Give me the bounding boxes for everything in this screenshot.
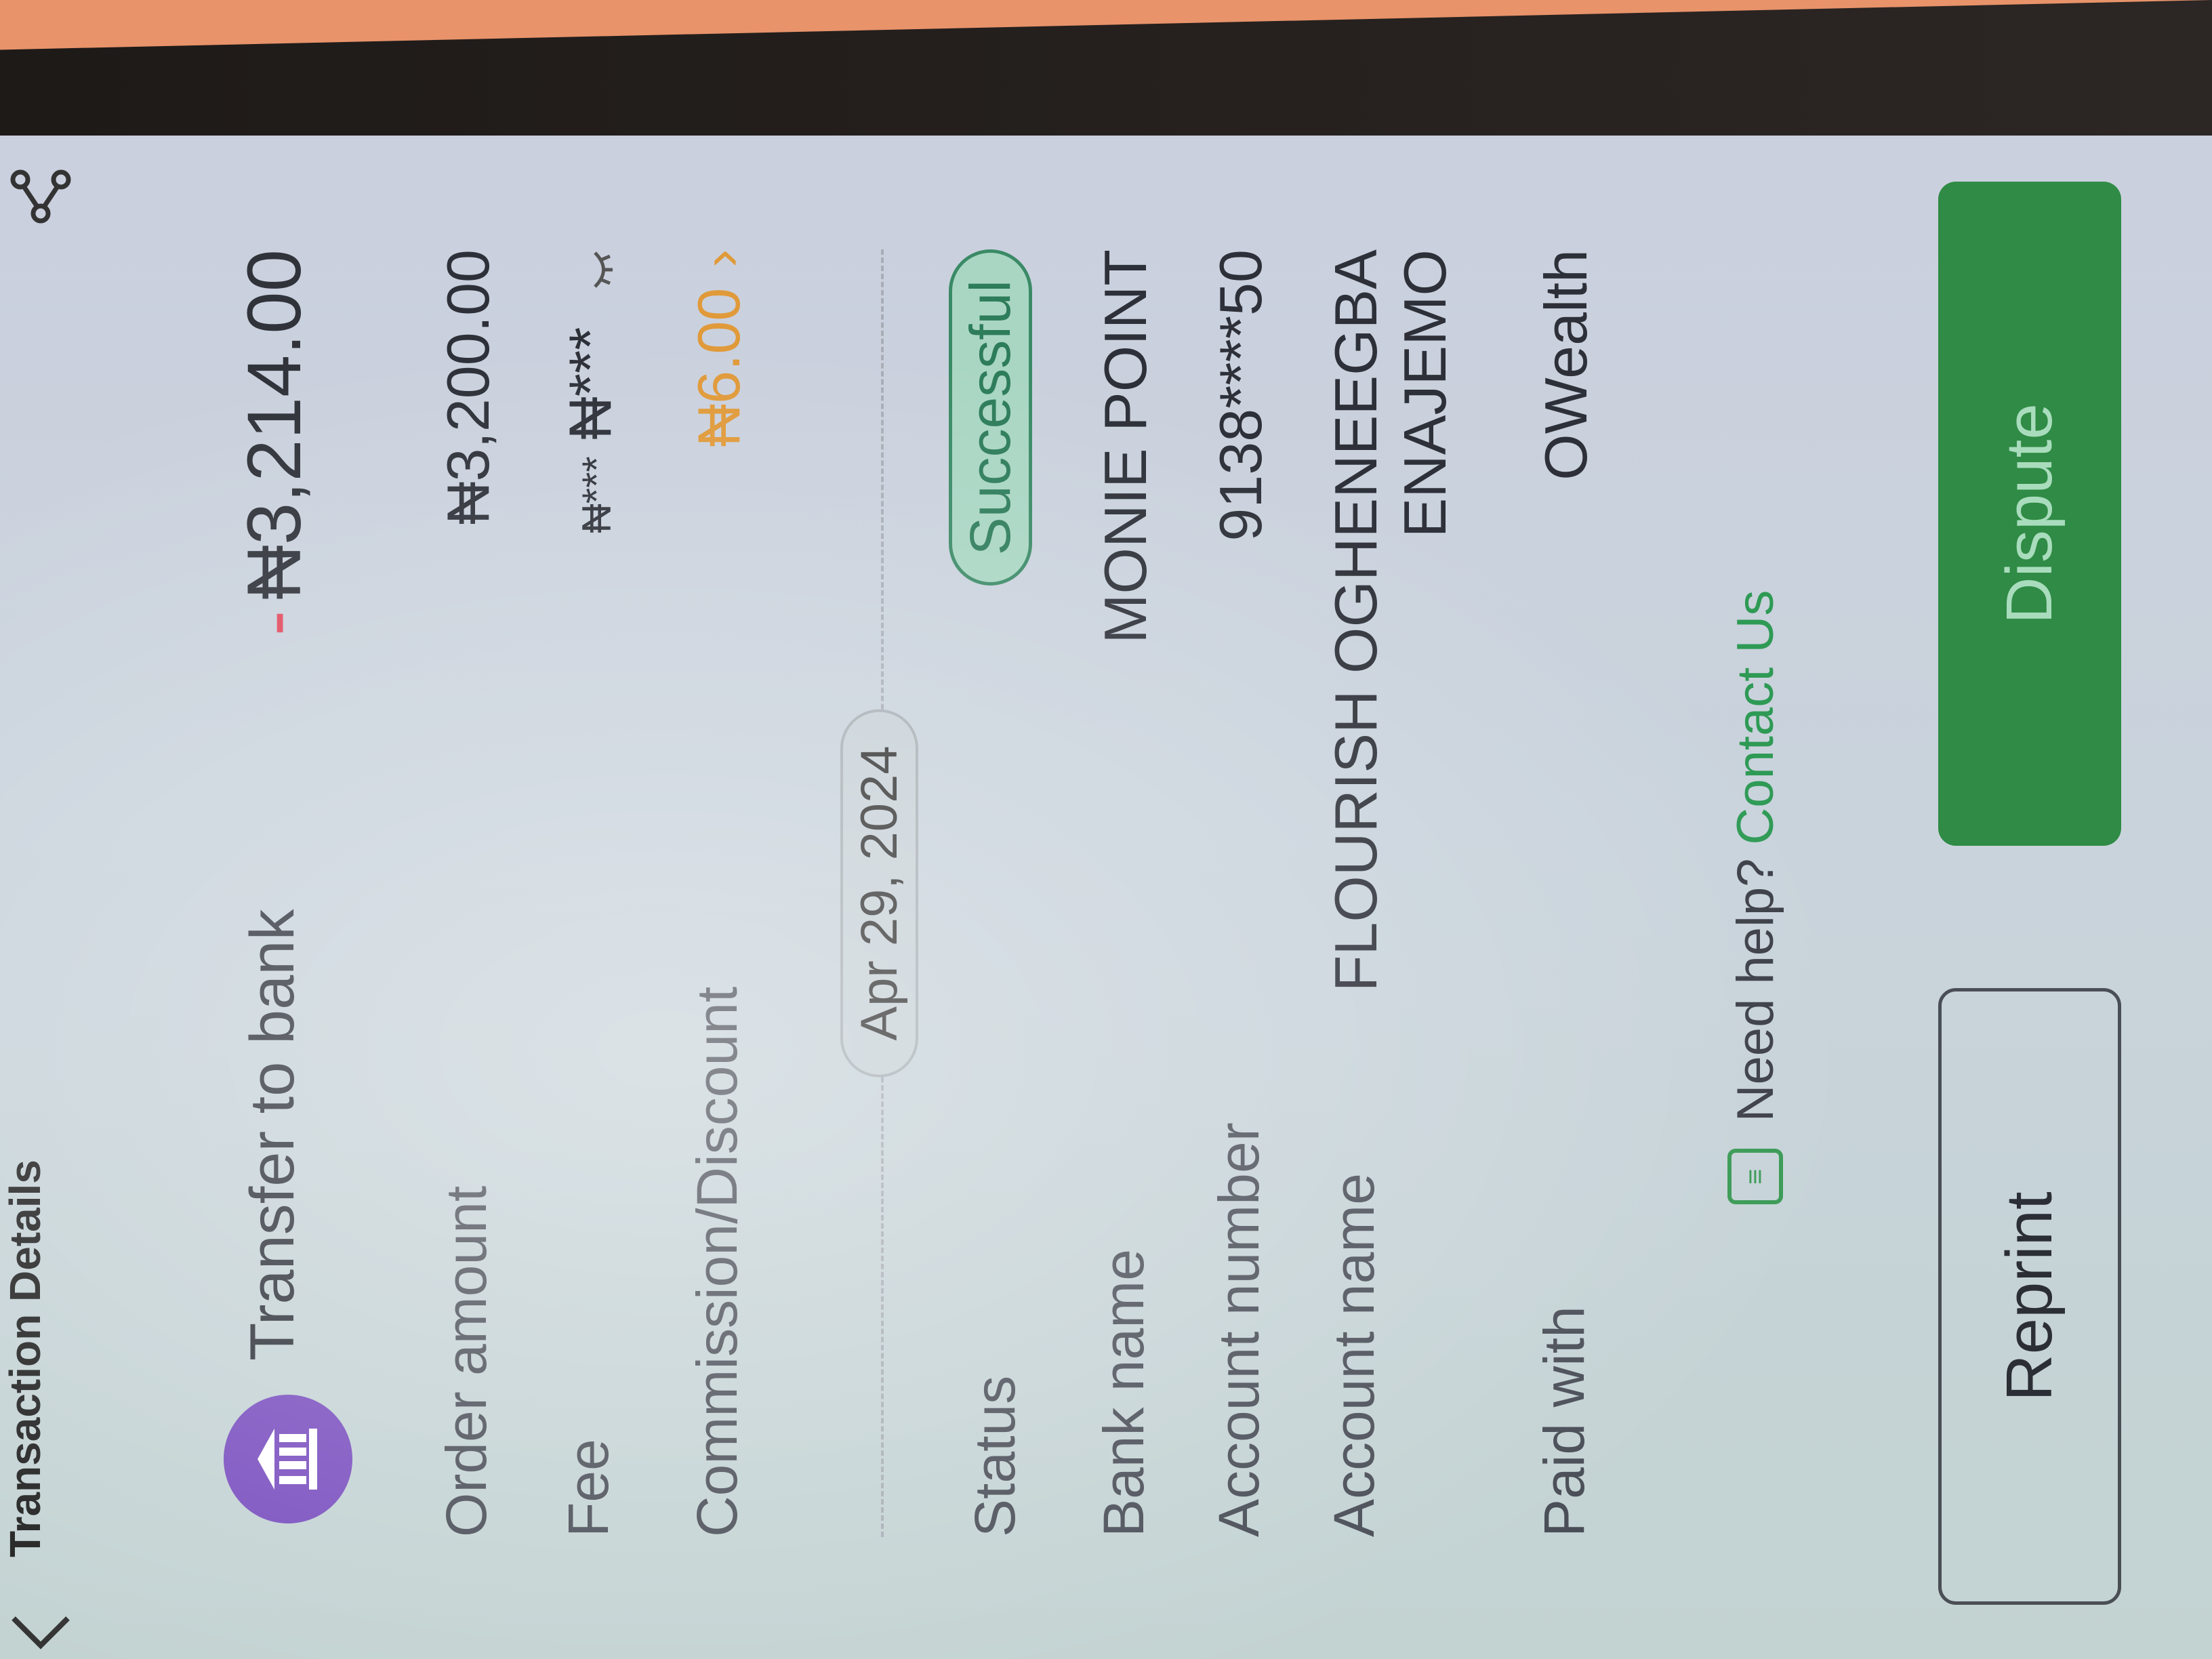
row-bank-name: Bank name MONIE POINT — [1091, 249, 1172, 1537]
fee-masked-old: ₦*** — [574, 456, 619, 533]
row-commission[interactable]: Commission/Discount ₦6.00 › — [684, 249, 766, 1537]
commission-label: Commission/Discount — [685, 986, 749, 1537]
account-name-value: FLOURISH OGHENEEGBA ENAJEMO — [1322, 249, 1460, 991]
status-badge: Successful — [949, 249, 1032, 586]
order-amount-value: ₦3,200.00 — [434, 249, 501, 525]
transaction-amount: - ₦3,214.00 — [230, 249, 318, 636]
top-bar: Transaction Details — [0, 136, 81, 1659]
row-paid-with: Paid with OWealth — [1532, 249, 1613, 1537]
chat-icon: ≡ — [1727, 1149, 1783, 1205]
row-account-name: Account name FLOURISH OGHENEEGBA ENAJEMO — [1322, 249, 1471, 1537]
amount-value: ₦3,214.00 — [232, 249, 316, 600]
debit-sign: - — [232, 610, 316, 636]
contact-us-link[interactable]: Contact Us — [1726, 590, 1785, 845]
account-number-label: Account number — [1207, 1122, 1271, 1537]
bank-avatar — [224, 1395, 352, 1523]
help-row: ≡ Need help? Contact Us — [1715, 136, 1796, 1659]
page-title: Transaction Details — [1, 1160, 49, 1557]
account-number-value: 9138****50 — [1207, 249, 1274, 541]
back-button[interactable] — [12, 1605, 70, 1659]
fee-label: Fee — [556, 1439, 620, 1537]
account-name-line1: FLOURISH OGHENEEGBA — [1322, 249, 1389, 992]
reprint-button[interactable]: Reprint — [1938, 988, 2121, 1605]
commission-value: ₦6.00 — [685, 287, 752, 447]
commission-value-wrap: ₦6.00 › — [684, 249, 754, 447]
date-pill: Apr 29, 2024 — [840, 709, 918, 1078]
row-order-amount: Order amount ₦3,200.00 — [434, 249, 515, 1537]
order-amount-label: Order amount — [434, 1185, 498, 1537]
fee-value: ₦*** ₦*** — [556, 249, 630, 533]
phone-screen: Transaction Details Transfer to bank -₦3… — [0, 136, 2212, 1659]
transaction-type: Transfer to bank — [238, 909, 307, 1361]
paid-with-value: OWealth — [1532, 249, 1599, 480]
chevron-right-icon: › — [691, 249, 751, 268]
bank-icon — [258, 1429, 317, 1490]
bank-name-label: Bank name — [1092, 1249, 1155, 1537]
row-fee: Fee ₦*** ₦*** — [556, 249, 637, 1537]
dispute-button[interactable]: Dispute — [1938, 182, 2121, 846]
paid-with-label: Paid with — [1532, 1306, 1596, 1537]
share-button[interactable] — [7, 163, 75, 230]
share-icon — [10, 169, 71, 224]
date-separator: Apr 29, 2024 — [840, 249, 922, 1537]
transaction-details-screen: Transaction Details Transfer to bank -₦3… — [0, 136, 2212, 1659]
account-name-label: Account name — [1322, 1173, 1386, 1537]
row-account-number: Account number 9138****50 — [1206, 249, 1288, 1537]
status-value-wrap: Successful — [949, 249, 1032, 586]
help-prompt: Need help? — [1726, 858, 1784, 1122]
account-name-line2: ENAJEMO — [1391, 249, 1458, 538]
chevron-left-icon — [12, 1616, 70, 1650]
fee-masked: ₦*** — [556, 327, 623, 440]
row-status: Status Successful — [949, 249, 1050, 1537]
eye-closed-icon[interactable] — [560, 249, 630, 290]
transaction-summary: Transfer to bank - ₦3,214.00 — [224, 249, 359, 1537]
bank-name-value: MONIE POINT — [1092, 249, 1159, 644]
status-label: Status — [963, 1375, 1027, 1537]
